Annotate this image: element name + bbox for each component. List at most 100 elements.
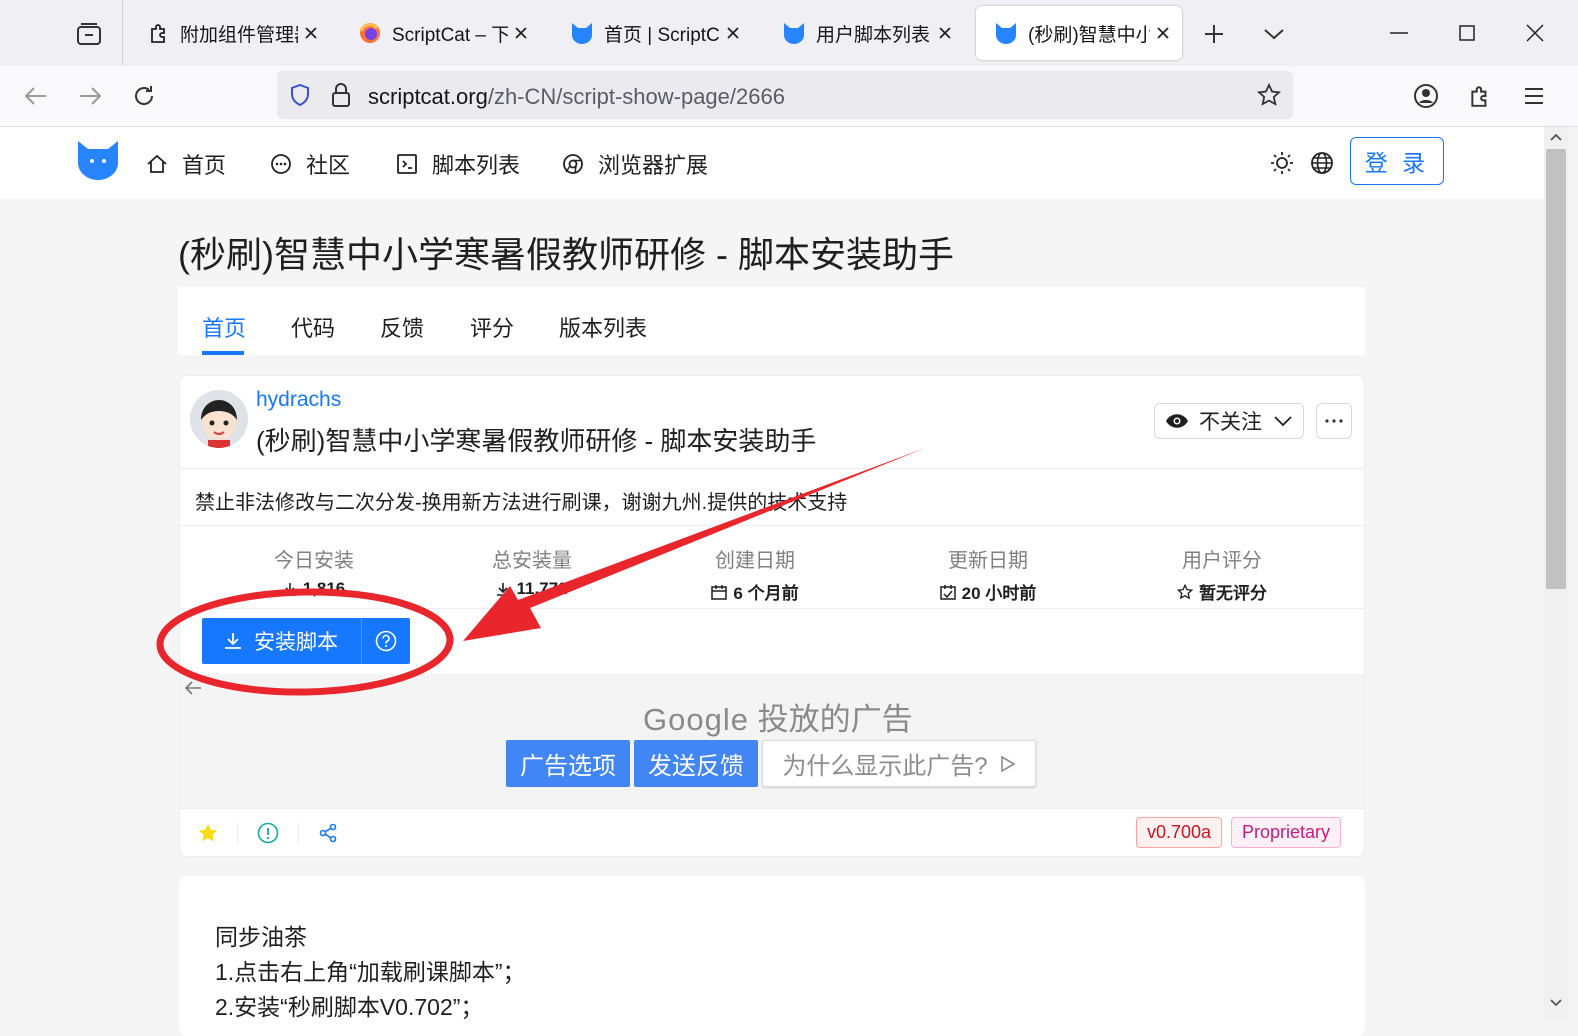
- tab-rating[interactable]: 评分: [470, 311, 514, 343]
- script-description: 禁止非法修改与二次分发-换用新方法进行刷课，谢谢九州.提供的技术支持: [195, 492, 848, 514]
- login-button[interactable]: 登 录: [1350, 137, 1444, 185]
- calendar-icon: [711, 584, 728, 600]
- share-button[interactable]: [316, 821, 340, 845]
- firefox-icon: [359, 23, 380, 43]
- calendar-check-icon: [939, 584, 956, 600]
- tab-title: 用户脚本列表 -: [816, 24, 932, 46]
- stat-label: 用户评分: [1182, 550, 1262, 572]
- new-tab-button[interactable]: [1192, 12, 1236, 56]
- script-tabs: 首页 代码 反馈 评分 版本列表: [178, 287, 1365, 355]
- download-icon: [225, 633, 241, 649]
- bookmark-star-icon[interactable]: [1257, 83, 1281, 107]
- ad-brand: Google 投放的广告: [643, 694, 913, 739]
- question-circle-icon: [375, 630, 397, 652]
- url-path: /zh-CN/script-show-page/2666: [487, 84, 785, 109]
- stat-rating: 用户评分 暂无评分: [1122, 544, 1322, 604]
- tab-title: (秒刷)智慧中小学: [1028, 24, 1150, 46]
- scroll-down-icon[interactable]: [1550, 999, 1562, 1007]
- site-nav-label: 脚本列表: [432, 153, 521, 178]
- install-help-button[interactable]: [361, 618, 410, 664]
- site-nav-label: 首页: [182, 153, 227, 178]
- back-button[interactable]: [14, 74, 58, 118]
- theme-toggle-button[interactable]: [1268, 149, 1296, 177]
- avatar[interactable]: [190, 390, 248, 448]
- divider: [180, 525, 1364, 526]
- reload-button[interactable]: [122, 74, 166, 118]
- language-button[interactable]: [1308, 149, 1336, 177]
- scriptcat-logo-icon[interactable]: [76, 139, 120, 181]
- arrow-left-icon: [24, 87, 46, 105]
- page-scrollbar[interactable]: [1544, 127, 1568, 1021]
- close-icon[interactable]: [512, 24, 530, 42]
- ad-feedback-button[interactable]: 发送反馈: [634, 740, 758, 787]
- stat-value: 11,772: [516, 579, 568, 598]
- tab-overview-button[interactable]: [62, 12, 116, 56]
- puzzle-icon: [151, 24, 165, 43]
- content-line: 2.安装“秒刷脚本V0.702”；: [215, 994, 484, 1020]
- minimize-button[interactable]: [1365, 0, 1433, 66]
- close-icon[interactable]: [302, 24, 320, 42]
- app-menu-button[interactable]: [1512, 74, 1556, 118]
- more-button[interactable]: [1316, 403, 1352, 439]
- terminal-icon: [397, 154, 417, 174]
- close-window-button[interactable]: [1501, 0, 1569, 66]
- site-nav-community[interactable]: 社区: [270, 149, 350, 179]
- browser-nav-bar: scriptcat.org/zh-CN/script-show-page/266…: [0, 66, 1578, 127]
- stat-value: 暂无评分: [1199, 584, 1267, 603]
- active-tab-indicator: [202, 351, 244, 355]
- scriptcat-icon: [784, 23, 804, 44]
- close-icon[interactable]: [1154, 24, 1172, 42]
- ad-why-button[interactable]: 为什么显示此广告?: [762, 740, 1036, 787]
- maximize-icon: [1459, 25, 1475, 41]
- ad-options-button[interactable]: 广告选项: [506, 740, 630, 787]
- stat-label: 更新日期: [948, 550, 1028, 572]
- forward-button[interactable]: [68, 74, 112, 118]
- divider: [180, 608, 1364, 609]
- shield-icon[interactable]: [289, 83, 311, 107]
- url-host: scriptcat.org: [368, 84, 488, 109]
- scrollbar-thumb[interactable]: [1546, 149, 1566, 589]
- chat-icon: [271, 154, 291, 174]
- lock-icon[interactable]: [331, 82, 351, 108]
- tab-title: 附加组件管理器: [180, 24, 298, 46]
- close-icon[interactable]: [936, 24, 954, 42]
- tab-home[interactable]: 首页: [202, 311, 246, 343]
- account-button[interactable]: [1404, 74, 1448, 118]
- favorite-button[interactable]: [196, 821, 220, 845]
- star-filled-icon: [198, 823, 218, 842]
- content-line: 1.点击右上角“加载刷课脚本”；: [215, 959, 526, 985]
- scroll-up-icon[interactable]: [1550, 133, 1562, 141]
- author-link[interactable]: hydrachs: [256, 388, 341, 412]
- url-text[interactable]: scriptcat.org/zh-CN/script-show-page/266…: [368, 84, 785, 110]
- stat-label: 总安装量: [492, 550, 572, 572]
- report-button[interactable]: [256, 821, 280, 845]
- browser-tab[interactable]: 首页 | ScriptCat: [552, 6, 752, 60]
- divider: [180, 808, 1364, 809]
- site-nav-scripts[interactable]: 脚本列表: [396, 149, 520, 179]
- install-script-button[interactable]: 安装脚本: [202, 618, 361, 664]
- footer-separator: [298, 822, 299, 844]
- browser-tab[interactable]: ScriptCat – 下载: [340, 6, 540, 60]
- sun-icon: [1271, 152, 1293, 174]
- stat-label: 今日安装: [274, 550, 354, 572]
- close-icon[interactable]: [724, 24, 742, 42]
- hamburger-menu-icon: [1525, 88, 1543, 104]
- tab-feedback[interactable]: 反馈: [380, 311, 424, 343]
- url-bar[interactable]: scriptcat.org/zh-CN/script-show-page/266…: [277, 71, 1293, 119]
- chevron-down-icon: [1264, 29, 1284, 40]
- browser-tab-active[interactable]: (秒刷)智慧中小学: [976, 6, 1182, 60]
- watch-dropdown[interactable]: 不关注: [1154, 403, 1304, 439]
- arrow-left-icon[interactable]: [184, 680, 202, 696]
- browser-tab[interactable]: 用户脚本列表 -: [764, 6, 964, 60]
- browser-tab[interactable]: 附加组件管理器: [130, 6, 330, 60]
- maximize-button[interactable]: [1433, 0, 1501, 66]
- site-nav-home[interactable]: 首页: [146, 149, 226, 179]
- footer-separator: [237, 822, 238, 844]
- tab-code[interactable]: 代码: [291, 311, 335, 343]
- extensions-button[interactable]: [1458, 74, 1502, 118]
- site-nav-extension[interactable]: 浏览器扩展: [562, 149, 708, 179]
- list-all-tabs-button[interactable]: [1252, 12, 1296, 56]
- tab-versions[interactable]: 版本列表: [559, 311, 647, 343]
- stat-updated: 更新日期 20 小时前: [888, 544, 1088, 604]
- close-icon: [1526, 24, 1544, 42]
